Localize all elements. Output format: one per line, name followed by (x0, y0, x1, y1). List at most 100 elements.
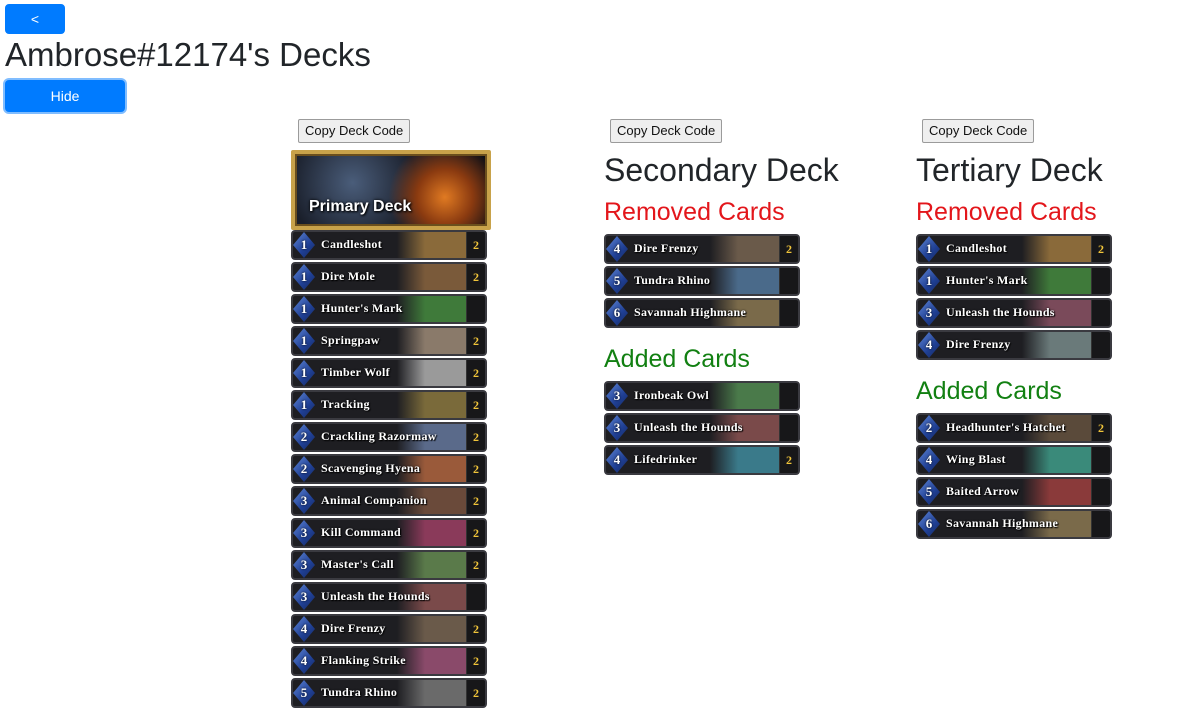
card-count: 2 (466, 392, 485, 418)
card-tile[interactable]: 2 Scavenging Hyena 2 (291, 454, 487, 484)
card-count: 2 (466, 648, 485, 674)
card-count: 2 (466, 680, 485, 706)
card-tile[interactable]: 1 Candleshot 2 (291, 230, 487, 260)
card-art (1022, 236, 1092, 262)
card-name: Scavenging Hyena (321, 461, 421, 475)
card-name: Dire Frenzy (946, 337, 1011, 351)
card-tile[interactable]: 1 Dire Mole 2 (291, 262, 487, 292)
card-name: Savannah Highmane (634, 305, 747, 319)
card-art (710, 236, 780, 262)
card-tile[interactable]: 1 Hunter's Mark (291, 294, 487, 324)
card-tile[interactable]: 6 Savannah Highmane (916, 509, 1112, 539)
card-name: Tracking (321, 397, 370, 411)
card-count (466, 296, 485, 322)
card-art (710, 268, 780, 294)
card-tile[interactable]: 3 Ironbeak Owl (604, 381, 800, 411)
card-cost: 1 (300, 301, 308, 316)
copy-deck-code-button-primary[interactable]: Copy Deck Code (298, 119, 411, 143)
card-name: Hunter's Mark (946, 273, 1028, 287)
card-art (397, 264, 467, 290)
card-tile[interactable]: 3 Master's Call 2 (291, 550, 487, 580)
card-name: Flanking Strike (321, 653, 406, 667)
card-count (466, 584, 485, 610)
card-tile[interactable]: 1 Timber Wolf 2 (291, 358, 487, 388)
card-tile[interactable]: 4 Dire Frenzy 2 (604, 234, 800, 264)
card-name: Unleash the Hounds (321, 589, 430, 603)
card-name: Dire Frenzy (634, 241, 699, 255)
card-tile[interactable]: 1 Candleshot 2 (916, 234, 1112, 264)
card-tile[interactable]: 2 Headhunter's Hatchet 2 (916, 413, 1112, 443)
card-art (1022, 479, 1092, 505)
card-count: 2 (466, 232, 485, 258)
card-art (397, 648, 467, 674)
card-tile[interactable]: 3 Unleash the Hounds (291, 582, 487, 612)
card-name: Tundra Rhino (321, 685, 398, 699)
tertiary-removed-heading: Removed Cards (916, 198, 1097, 226)
card-tile[interactable]: 3 Unleash the Hounds (604, 413, 800, 443)
card-name: Master's Call (321, 557, 394, 571)
card-cost: 2 (925, 420, 933, 435)
card-cost: 5 (300, 685, 308, 700)
card-tile[interactable]: 4 Flanking Strike 2 (291, 646, 487, 676)
card-count: 2 (779, 447, 798, 473)
card-art (397, 232, 467, 258)
card-count (1091, 332, 1110, 358)
card-tile[interactable]: 3 Kill Command 2 (291, 518, 487, 548)
card-count (779, 415, 798, 441)
card-cost: 4 (300, 621, 308, 636)
card-tile[interactable]: 5 Baited Arrow (916, 477, 1112, 507)
card-count: 2 (779, 236, 798, 262)
card-tile[interactable]: 5 Tundra Rhino 2 (291, 678, 487, 708)
card-tile[interactable]: 1 Tracking 2 (291, 390, 487, 420)
card-tile[interactable]: 2 Crackling Razormaw 2 (291, 422, 487, 452)
card-count (1091, 268, 1110, 294)
secondary-removed-list: 4 Dire Frenzy 2 5 Tundra Rhino 6 Savannah High… (604, 234, 800, 330)
card-name: Tundra Rhino (634, 273, 711, 287)
card-tile[interactable]: 4 Wing Blast (916, 445, 1112, 475)
card-count (1091, 447, 1110, 473)
back-button[interactable]: < Back (5, 4, 65, 55)
card-art (397, 360, 467, 386)
card-name: Unleash the Hounds (634, 420, 743, 434)
card-name: Ironbeak Owl (634, 388, 710, 402)
card-cost: 3 (300, 557, 308, 572)
tertiary-deck-title: Tertiary Deck (916, 152, 1103, 188)
card-tile[interactable]: 1 Springpaw 2 (291, 326, 487, 356)
card-count (779, 383, 798, 409)
card-cost: 3 (613, 420, 621, 435)
card-cost: 3 (300, 493, 308, 508)
card-cost: 1 (300, 333, 308, 348)
copy-deck-code-button-secondary[interactable]: Copy Deck Code (610, 119, 723, 143)
card-name: Crackling Razormaw (321, 429, 437, 443)
page-title: Ambrose#12174's Decks (5, 36, 371, 73)
secondary-added-heading: Added Cards (604, 345, 750, 373)
card-art (710, 383, 780, 409)
card-art (1022, 447, 1092, 473)
card-count (779, 268, 798, 294)
card-tile[interactable]: 5 Tundra Rhino (604, 266, 800, 296)
copy-deck-code-button-tertiary[interactable]: Copy Deck Code (922, 119, 1035, 143)
card-tile[interactable]: 4 Dire Frenzy 2 (291, 614, 487, 644)
card-count: 2 (466, 616, 485, 642)
card-tile[interactable]: 1 Hunter's Mark (916, 266, 1112, 296)
card-tile[interactable]: 4 Dire Frenzy (916, 330, 1112, 360)
card-tile[interactable]: 6 Savannah Highmane (604, 298, 800, 328)
hide-differences-button[interactable]: Hide Differences (5, 80, 125, 134)
card-cost: 4 (300, 653, 308, 668)
tertiary-added-heading: Added Cards (916, 377, 1062, 405)
card-tile[interactable]: 4 Lifedrinker 2 (604, 445, 800, 475)
card-name: Candleshot (946, 241, 1008, 255)
card-tile[interactable]: 3 Unleash the Hounds (916, 298, 1112, 328)
card-name: Springpaw (321, 333, 380, 347)
card-name: Dire Mole (321, 269, 376, 283)
card-count: 2 (466, 456, 485, 482)
secondary-removed-heading: Removed Cards (604, 198, 785, 226)
card-count (1091, 511, 1110, 537)
tertiary-removed-list: 1 Candleshot 2 1 Hunter's Mark 3 Unleash the H… (916, 234, 1112, 362)
card-art (1022, 268, 1092, 294)
card-cost: 3 (925, 305, 933, 320)
card-art (397, 392, 467, 418)
card-name: Wing Blast (946, 452, 1006, 466)
card-tile[interactable]: 3 Animal Companion 2 (291, 486, 487, 516)
card-art (397, 328, 467, 354)
